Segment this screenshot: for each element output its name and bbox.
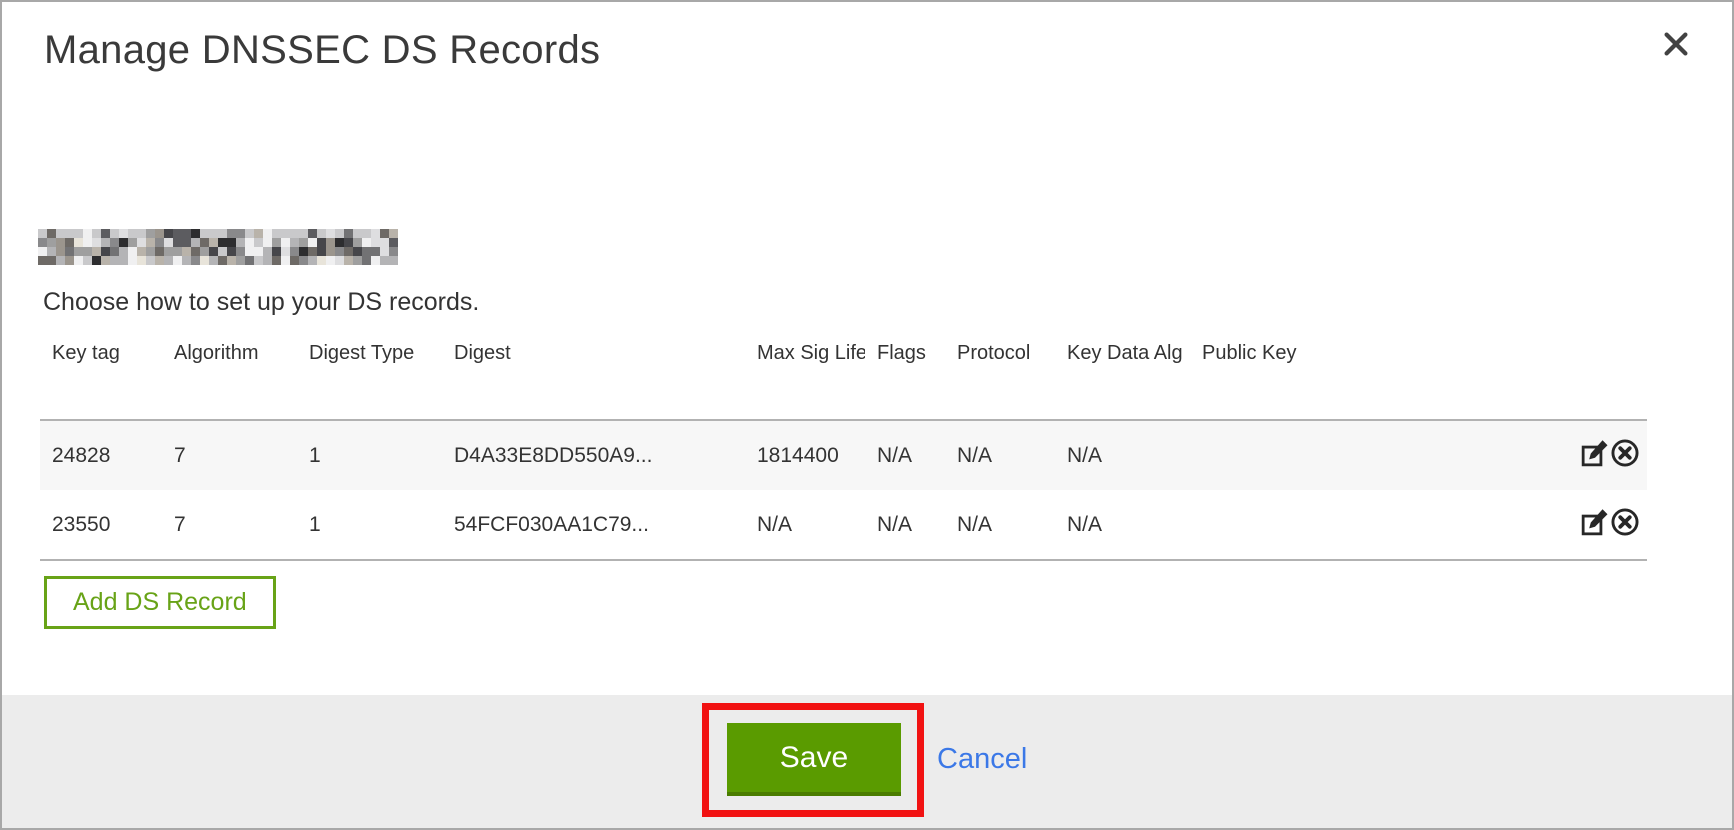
cell-key-tag: 23550 — [40, 490, 162, 560]
column-header-digest: Digest — [442, 332, 745, 420]
delete-record-button[interactable] — [1611, 439, 1639, 467]
cell-max-sig-life: N/A — [745, 490, 865, 560]
instruction-text: Choose how to set up your DS records. — [43, 288, 479, 317]
cell-digest-type: 1 — [297, 420, 442, 490]
page-title: Manage DNSSEC DS Records — [44, 28, 600, 73]
cancel-link[interactable]: Cancel — [937, 743, 1027, 776]
ds-records-table: Key tagAlgorithmDigest TypeDigestMax Sig… — [40, 332, 1647, 561]
cell-flags: N/A — [865, 490, 945, 560]
delete-record-button[interactable] — [1611, 508, 1639, 536]
row-actions — [1581, 439, 1639, 467]
manage-dnssec-dialog: Manage DNSSEC DS Records Choose how to s… — [0, 0, 1734, 830]
save-button[interactable]: Save — [727, 723, 901, 796]
cell-protocol: N/A — [945, 420, 1055, 490]
close-x-icon — [1661, 29, 1691, 59]
column-header-public-key: Public Key — [1190, 332, 1560, 420]
table-row: 235507154FCF030AA1C79...N/AN/AN/AN/A — [40, 490, 1647, 560]
cell-key-data-alg: N/A — [1055, 490, 1190, 560]
cell-key-data-alg: N/A — [1055, 420, 1190, 490]
column-header-digest-type: Digest Type — [297, 332, 442, 420]
cell-actions — [1560, 420, 1647, 490]
column-header-flags: Flags — [865, 332, 945, 420]
cell-digest: D4A33E8DD550A9... — [442, 420, 745, 490]
cell-algorithm: 7 — [162, 420, 297, 490]
cell-public-key — [1190, 490, 1560, 560]
close-button[interactable] — [1658, 26, 1694, 62]
table-row: 2482871D4A33E8DD550A9...1814400N/AN/AN/A — [40, 420, 1647, 490]
column-header-actions — [1560, 332, 1647, 420]
cell-digest-type: 1 — [297, 490, 442, 560]
annotation-highlight-box: Save — [702, 703, 924, 817]
column-header-key-data-alg: Key Data Alg — [1055, 332, 1190, 420]
cell-protocol: N/A — [945, 490, 1055, 560]
delete-circle-x-icon — [1611, 508, 1639, 536]
cell-key-tag: 24828 — [40, 420, 162, 490]
edit-record-button[interactable] — [1581, 508, 1609, 536]
cell-actions — [1560, 490, 1647, 560]
column-header-algorithm: Algorithm — [162, 332, 297, 420]
edit-record-button[interactable] — [1581, 439, 1609, 467]
dialog-footer: Save Cancel — [2, 695, 1732, 828]
column-header-key-tag: Key tag — [40, 332, 162, 420]
cell-flags: N/A — [865, 420, 945, 490]
column-header-max-sig-life: Max Sig Life — [745, 332, 865, 420]
delete-circle-x-icon — [1611, 439, 1639, 467]
domain-name-redacted — [38, 229, 398, 265]
ds-table-body: 2482871D4A33E8DD550A9...1814400N/AN/AN/A… — [40, 420, 1647, 560]
edit-icon — [1581, 508, 1609, 536]
cell-digest: 54FCF030AA1C79... — [442, 490, 745, 560]
column-header-protocol: Protocol — [945, 332, 1055, 420]
cell-algorithm: 7 — [162, 490, 297, 560]
cell-public-key — [1190, 420, 1560, 490]
table-header-row: Key tagAlgorithmDigest TypeDigestMax Sig… — [40, 332, 1647, 420]
cell-max-sig-life: 1814400 — [745, 420, 865, 490]
add-ds-record-button[interactable]: Add DS Record — [44, 576, 276, 629]
row-actions — [1581, 508, 1639, 536]
edit-icon — [1581, 439, 1609, 467]
